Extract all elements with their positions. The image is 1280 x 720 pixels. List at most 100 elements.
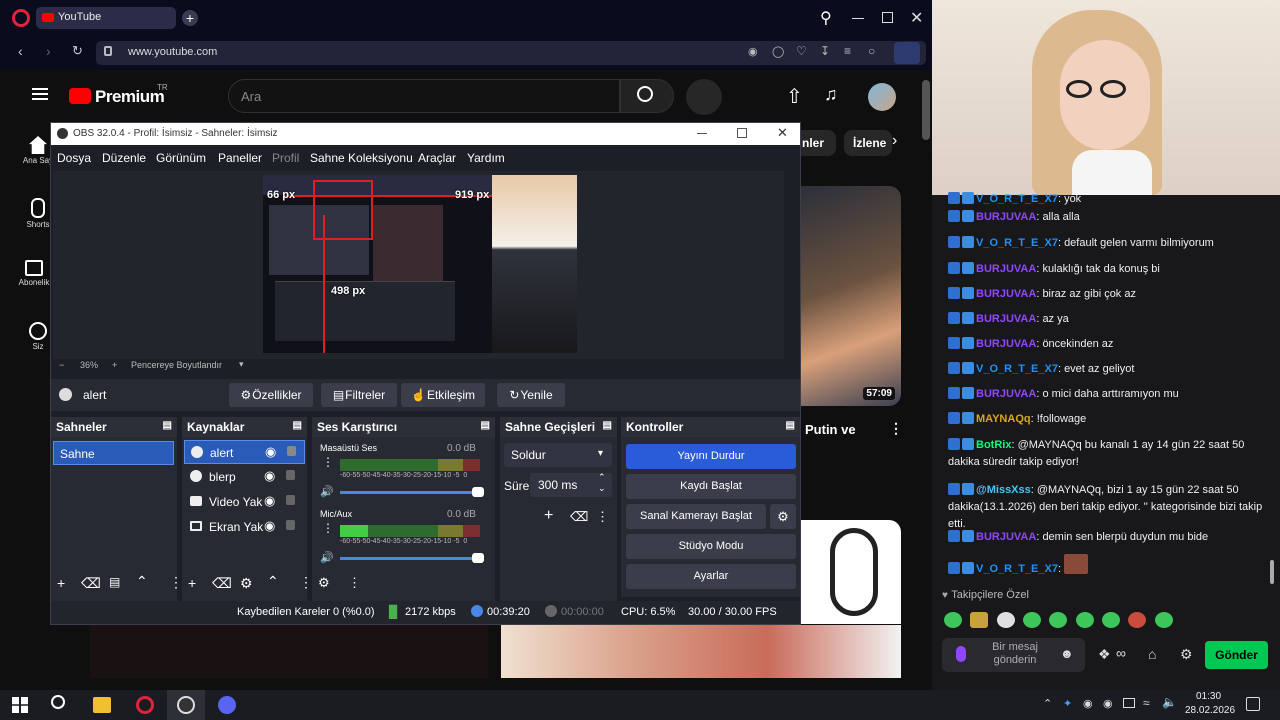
adblock-icon[interactable]: ◯ [772, 45, 784, 58]
interact-button[interactable]: ☝ Etkileşim [401, 383, 485, 407]
reload-icon[interactable]: ↻ [72, 43, 83, 59]
menu-sahne-koleksiyonu[interactable]: Sahne Koleksiyonu [310, 151, 413, 165]
scrollbar[interactable] [922, 80, 930, 140]
emote-icon[interactable] [1075, 612, 1094, 628]
menu-gorunum[interactable]: Görünüm [156, 151, 206, 165]
hamburger-menu-icon[interactable] [32, 88, 48, 90]
transition-select[interactable]: Soldur ▾ [504, 443, 612, 467]
back-icon[interactable]: ‹ [18, 43, 23, 59]
minimize-icon[interactable] [852, 18, 864, 19]
emote-icon[interactable] [1154, 612, 1173, 628]
emote-icon[interactable] [1049, 612, 1068, 628]
obs-close-icon[interactable]: ✕ [777, 125, 788, 141]
emote-icon[interactable] [970, 612, 989, 628]
add-transition-icon[interactable]: + [544, 507, 553, 525]
dock-float-icon[interactable]: ▤ [163, 420, 172, 431]
mic-volume-slider[interactable] [340, 557, 480, 560]
wifi-icon[interactable]: ≈ [1143, 696, 1150, 710]
fit-window-label[interactable]: Pencereye Boyutlandır [131, 360, 222, 370]
start-virtual-camera-button[interactable]: Sanal Kamerayı Başlat [626, 504, 766, 529]
preview-canvas[interactable]: 66 px 919 px 498 px [263, 175, 492, 353]
properties-button[interactable]: ⚙ Özellikler [229, 383, 313, 407]
send-button[interactable]: Gönder [1205, 641, 1268, 669]
video-thumbnail[interactable]: 57:09 [800, 186, 901, 406]
volume-handle[interactable] [472, 487, 484, 497]
windows-start-icon[interactable] [12, 697, 28, 713]
visibility-eye-icon[interactable]: ◉ [264, 468, 275, 484]
spin-up-icon[interactable]: ⌃ [598, 472, 606, 483]
emote-icon[interactable] [1023, 612, 1042, 628]
remove-source-icon[interactable]: ⌫ [212, 575, 232, 592]
stop-streaming-button[interactable]: Yayını Durdur [626, 444, 796, 469]
file-explorer-icon[interactable] [93, 697, 111, 713]
volume-handle[interactable] [472, 553, 484, 563]
source-item-alert[interactable]: alert ◉ [184, 440, 305, 464]
battery-icon[interactable] [1123, 698, 1135, 708]
heart-icon[interactable]: ♡ [796, 44, 807, 58]
mixer-more-icon[interactable]: ⋮ [348, 575, 361, 591]
menu-yardim[interactable]: Yardım [467, 151, 505, 165]
infinity-icon[interactable]: ∞ [1116, 645, 1126, 661]
filters-button[interactable]: ▤ Filtreler [321, 383, 397, 407]
camera-icon[interactable]: ◉ [748, 45, 758, 58]
emoji-icon[interactable]: ☻ [1060, 646, 1074, 661]
chat-username[interactable]: BotRix [976, 439, 1011, 451]
dock-float-icon[interactable]: ▤ [603, 420, 612, 431]
start-recording-button[interactable]: Kaydı Başlat [626, 474, 796, 499]
tab-youtube[interactable]: YouTube [36, 7, 176, 29]
lock-icon[interactable] [286, 495, 295, 505]
obs-taskbar-item[interactable] [167, 690, 205, 720]
refresh-button[interactable]: ↻ Yenile [497, 383, 565, 407]
source-item-screen[interactable]: Ekran Yak ◉ [184, 515, 305, 539]
spin-down-icon[interactable]: ⌄ [598, 483, 606, 494]
opera-logo-icon[interactable] [12, 9, 30, 27]
move-up-icon[interactable]: ⌃ [136, 573, 148, 590]
chat-username[interactable]: BURJUVAA [976, 388, 1036, 400]
emote-icon[interactable] [996, 612, 1015, 628]
menu-lines-icon[interactable]: ≡ [844, 44, 851, 58]
duration-spinbox[interactable]: 300 ms ⌃ ⌄ [530, 472, 612, 497]
menu-profil[interactable]: Profil [272, 151, 299, 165]
emote-icon[interactable] [1128, 612, 1147, 628]
close-icon[interactable]: ✕ [910, 8, 923, 28]
chat-settings-icon[interactable]: ⚙ [1180, 646, 1193, 663]
mixer-settings-icon[interactable]: ⚙ [318, 575, 330, 591]
voice-search-icon[interactable] [686, 79, 722, 115]
chat-username[interactable]: MAYNAQq [976, 413, 1031, 425]
menu-duzenle[interactable]: Düzenle [102, 151, 146, 165]
speaker-icon[interactable]: 🔊 [320, 551, 334, 564]
lock-icon[interactable] [286, 520, 295, 530]
discord-taskbar-icon[interactable] [218, 696, 236, 714]
chat-username[interactable]: BURJUVAA [976, 211, 1036, 223]
virtual-camera-settings-icon[interactable]: ⚙ [770, 504, 796, 529]
profile-icon[interactable]: ○ [868, 44, 875, 58]
menu-araclar[interactable]: Araçlar [418, 151, 456, 165]
chat-username[interactable]: V_O_R_T_E_X7 [976, 237, 1058, 249]
chat-username[interactable]: BURJUVAA [976, 288, 1036, 300]
add-source-icon[interactable]: + [188, 575, 196, 591]
source-item-video[interactable]: Video Yak ◉ [184, 490, 305, 514]
visibility-eye-icon[interactable]: ◉ [264, 493, 275, 509]
opera-taskbar-icon[interactable] [136, 696, 154, 714]
steam-tray-icon[interactable]: ◉ [1103, 697, 1113, 710]
dock-float-icon[interactable]: ▤ [786, 420, 795, 431]
dock-float-icon[interactable]: ▤ [293, 420, 302, 431]
emote-icon[interactable] [944, 612, 962, 628]
chat-username[interactable]: V_O_R_T_E_X7 [976, 563, 1058, 575]
menu-dosya[interactable]: Dosya [57, 151, 91, 165]
lock-icon[interactable] [286, 470, 295, 480]
more-options-icon[interactable]: ⋮ [889, 420, 903, 437]
menu-paneller[interactable]: Paneller [218, 151, 262, 165]
video-thumbnail-3[interactable] [90, 625, 488, 678]
bits-icon[interactable]: ❖ [1098, 646, 1111, 663]
chat-username[interactable]: BURJUVAA [976, 338, 1036, 350]
chat-username[interactable]: V_O_R_T_E_X7 [976, 363, 1058, 375]
search-input[interactable]: Ara [228, 79, 620, 113]
forward-icon[interactable]: › [46, 43, 51, 59]
mixer-menu-icon[interactable]: ⋮ [322, 521, 334, 535]
new-tab-icon[interactable]: + [182, 10, 198, 26]
video-title[interactable]: Putin ve [805, 422, 856, 437]
search-button[interactable] [620, 79, 674, 113]
url-field[interactable]: www.youtube.com ◉ ◯ ♡ ↧ ≡ ○ [96, 41, 926, 65]
extension-icon[interactable] [894, 42, 920, 64]
